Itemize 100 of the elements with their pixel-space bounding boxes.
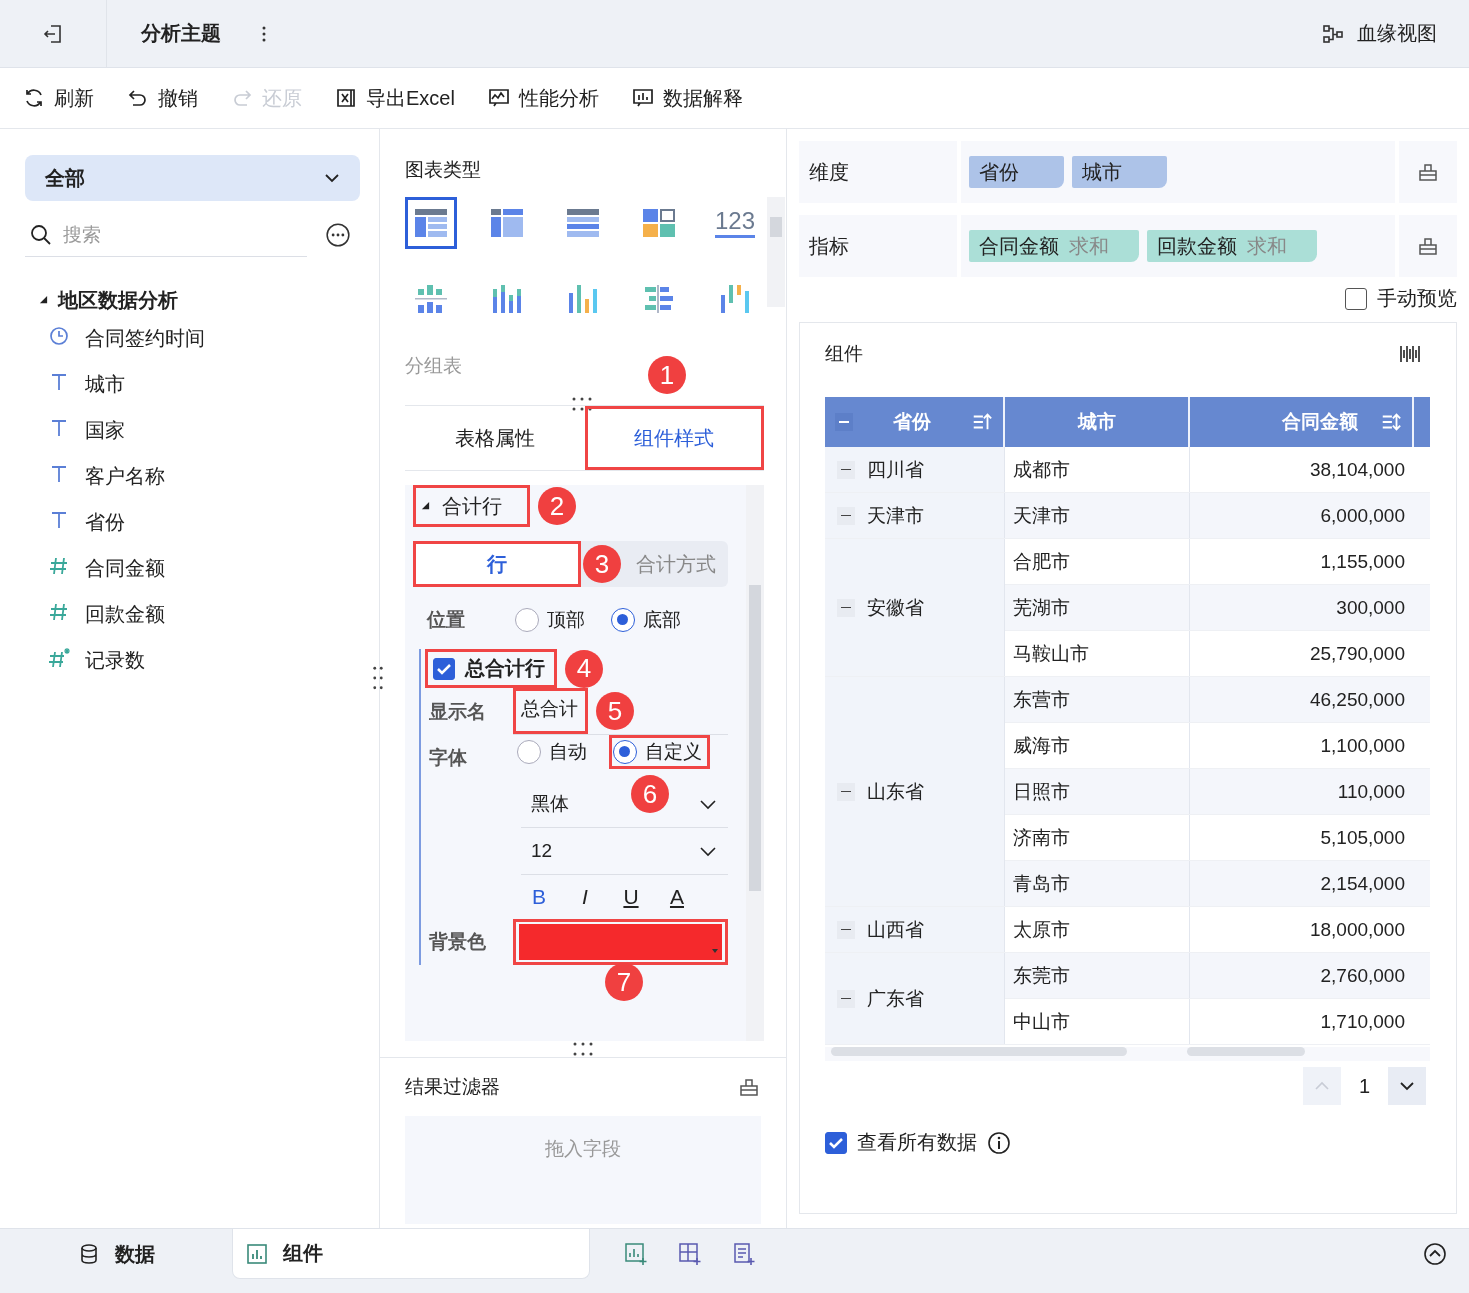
- chart-type-button[interactable]: [405, 197, 457, 249]
- table-cell: 1,155,000: [1189, 538, 1413, 585]
- drag-handle-icon[interactable]: [571, 1041, 595, 1057]
- collapse-icon[interactable]: [835, 413, 853, 431]
- checkbox[interactable]: 总合计行: [425, 649, 557, 688]
- section-title[interactable]: 合计行: [442, 492, 502, 520]
- expanded-triangle-icon[interactable]: [39, 295, 48, 305]
- measure-tag[interactable]: 回款金额 求和: [1147, 230, 1317, 262]
- underline-button[interactable]: U: [623, 885, 639, 909]
- toolbar-button[interactable]: 导出Excel: [334, 84, 455, 112]
- table-cell: 青岛市: [1004, 860, 1189, 907]
- collapse-icon[interactable]: [837, 989, 855, 1008]
- add-chart-icon[interactable]: [624, 1242, 648, 1266]
- collapse-icon[interactable]: [837, 506, 855, 525]
- bold-button[interactable]: B: [531, 885, 547, 909]
- chart-type-button[interactable]: 123: [709, 197, 761, 249]
- next-page-button[interactable]: [1388, 1067, 1426, 1105]
- table-cell: 中山市: [1004, 998, 1189, 1045]
- field-item[interactable]: 客户名称: [47, 453, 359, 499]
- section-title: 结果过滤器: [405, 1075, 500, 1099]
- component-title: 组件: [825, 342, 863, 366]
- bottom-tab[interactable]: 数据: [0, 1229, 232, 1279]
- collapse-icon[interactable]: [837, 598, 855, 617]
- table-cell: 18,000,000: [1189, 906, 1413, 953]
- section-title: 图表类型: [405, 158, 482, 182]
- table-cell: 东莞市: [1004, 952, 1189, 999]
- table-cell: 300,000: [1189, 584, 1413, 631]
- search-icon: [29, 222, 53, 247]
- collapse-icon[interactable]: [837, 460, 855, 479]
- display-name-field[interactable]: 总合计: [513, 688, 588, 734]
- tab[interactable]: 表格属性: [405, 406, 585, 470]
- field-label: 背景色: [428, 930, 487, 954]
- toolbar-button[interactable]: 刷新: [22, 84, 94, 112]
- add-report-icon[interactable]: [732, 1242, 756, 1266]
- field-item[interactable]: 国家: [47, 407, 359, 453]
- field-item[interactable]: 城市: [47, 361, 359, 407]
- radio-button[interactable]: 自定义: [609, 735, 710, 769]
- excel-icon: [334, 86, 358, 110]
- callout-number: 2: [538, 487, 576, 525]
- field-item[interactable]: 记录数: [47, 637, 359, 683]
- checkbox[interactable]: 手动预览: [1345, 285, 1457, 312]
- more-options-icon[interactable]: [325, 222, 351, 248]
- toolbar-button[interactable]: 数据解释: [630, 84, 743, 112]
- table-cell: 太原市: [1004, 906, 1189, 953]
- table-cell: 2,760,000: [1189, 952, 1413, 999]
- field-item[interactable]: 合同金额: [47, 545, 359, 591]
- expanded-triangle-icon[interactable]: [421, 501, 430, 511]
- search-field[interactable]: 搜索: [63, 214, 293, 255]
- measure-tag[interactable]: 合同金额 求和: [969, 230, 1139, 262]
- add-layout-icon[interactable]: [678, 1242, 702, 1266]
- scrollbar[interactable]: [831, 1047, 1127, 1056]
- lineage-view-button[interactable]: 血缘视图: [1321, 20, 1437, 47]
- province-name: 山东省: [867, 779, 924, 804]
- toolbar-button[interactable]: 撤销: [126, 84, 198, 112]
- chart-type-icon: [641, 207, 677, 239]
- radio-button[interactable]: 自动: [513, 735, 595, 769]
- bottom-tab[interactable]: 组件: [232, 1229, 590, 1279]
- collapse-icon[interactable]: [837, 920, 855, 939]
- dataset-dropdown[interactable]: 全部: [25, 155, 360, 201]
- column-header[interactable]: 省份: [825, 397, 1004, 447]
- field-item[interactable]: 省份: [47, 499, 359, 545]
- color-button[interactable]: A: [669, 885, 685, 909]
- table-cell: 济南市: [1004, 814, 1189, 861]
- table-cell: 25,790,000: [1189, 630, 1413, 677]
- resize-handle-icon[interactable]: [371, 665, 385, 691]
- folder-label[interactable]: 地区数据分析: [58, 286, 178, 314]
- scrollbar[interactable]: [746, 485, 764, 1041]
- column-header[interactable]: 合同金额: [1189, 397, 1413, 447]
- scrollbar[interactable]: [1187, 1047, 1305, 1056]
- toolbar-button[interactable]: 性能分析: [486, 84, 599, 112]
- checkbox[interactable]: 查看所有数据: [825, 1129, 977, 1156]
- province-name: 天津市: [867, 503, 924, 528]
- font-size-dropdown[interactable]: 12: [521, 828, 728, 875]
- dimension-tag[interactable]: 城市: [1072, 156, 1167, 188]
- radio-button[interactable]: 顶部: [511, 603, 593, 637]
- collapse-up-icon[interactable]: [1423, 1242, 1447, 1266]
- table-cell: 38,104,000: [1189, 447, 1413, 493]
- column-header[interactable]: 城市: [1004, 397, 1189, 447]
- field-item[interactable]: 合同签约时间: [47, 315, 359, 361]
- callout-number: 7: [605, 963, 643, 1001]
- scrollbar[interactable]: [767, 197, 785, 307]
- color-swatch[interactable]: [519, 924, 722, 960]
- page-title: 分析主题: [141, 21, 221, 46]
- table-cell: 马鞍山市: [1004, 630, 1189, 677]
- province-name: 山西省: [867, 917, 924, 942]
- callout-number: 3: [583, 545, 621, 583]
- table-cell: 威海市: [1004, 722, 1189, 769]
- segment-tab[interactable]: 行: [413, 541, 581, 587]
- province-name: 四川省: [867, 457, 924, 482]
- dimension-tag[interactable]: 省份: [969, 156, 1064, 188]
- collapse-icon[interactable]: [837, 782, 855, 801]
- tab[interactable]: 组件样式: [584, 406, 764, 470]
- drag-handle-icon[interactable]: [570, 396, 594, 412]
- sort-icon[interactable]: [1380, 411, 1402, 433]
- field-item[interactable]: 回款金额: [47, 591, 359, 637]
- info-icon[interactable]: [987, 1130, 1011, 1155]
- radio-button[interactable]: 底部: [607, 603, 689, 637]
- italic-button[interactable]: I: [577, 885, 593, 909]
- page-number: 1: [1358, 1074, 1370, 1098]
- chart-icon: [245, 1241, 269, 1266]
